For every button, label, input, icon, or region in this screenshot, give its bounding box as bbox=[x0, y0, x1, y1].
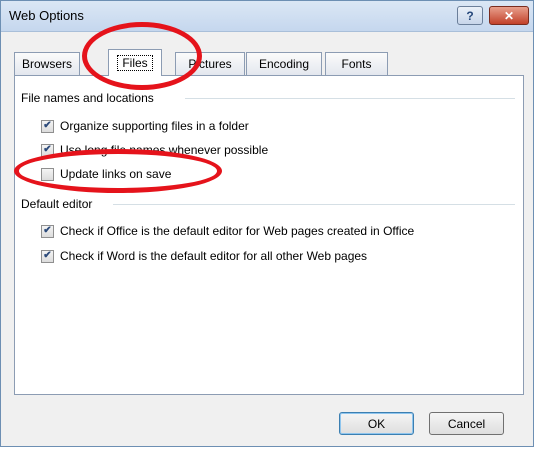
title-bar: Web Options ? ✕ bbox=[1, 1, 533, 32]
option-update-links[interactable]: Update links on save bbox=[41, 167, 171, 181]
option-word-default-editor[interactable]: ✔ Check if Word is the default editor fo… bbox=[41, 249, 367, 263]
checkbox-office-default-editor[interactable]: ✔ bbox=[41, 224, 54, 238]
option-organize-files[interactable]: ✔ Organize supporting files in a folder bbox=[41, 119, 249, 133]
checkmark-icon: ✔ bbox=[43, 250, 52, 261]
checkbox-long-file-names[interactable]: ✔ bbox=[41, 143, 54, 157]
files-tab-panel: File names and locations ✔ Organize supp… bbox=[14, 75, 524, 395]
tab-pictures[interactable]: Pictures bbox=[175, 52, 245, 75]
checkmark-icon: ✔ bbox=[43, 225, 52, 236]
option-label: Use long file names whenever possible bbox=[60, 143, 269, 157]
help-button[interactable]: ? bbox=[457, 6, 483, 25]
cancel-button[interactable]: Cancel bbox=[429, 412, 504, 435]
checkbox-word-default-editor[interactable]: ✔ bbox=[41, 249, 54, 263]
checkmark-icon: ✔ bbox=[43, 144, 52, 155]
option-label: Update links on save bbox=[60, 167, 172, 181]
tab-browsers[interactable]: Browsers bbox=[14, 52, 80, 75]
close-button[interactable]: ✕ bbox=[489, 6, 529, 25]
checkbox-organize-files[interactable]: ✔ bbox=[41, 119, 54, 133]
option-label: Check if Office is the default editor fo… bbox=[60, 224, 415, 238]
ok-button[interactable]: OK bbox=[339, 412, 414, 435]
option-label: Check if Word is the default editor for … bbox=[60, 249, 368, 263]
option-long-file-names[interactable]: ✔ Use long file names whenever possible bbox=[41, 143, 268, 157]
web-options-dialog: Web Options ? ✕ Browsers Files Pictures … bbox=[0, 0, 534, 447]
dialog-title: Web Options bbox=[9, 8, 84, 23]
tab-fonts[interactable]: Fonts bbox=[325, 52, 388, 75]
tab-encoding[interactable]: Encoding bbox=[246, 52, 322, 75]
option-label: Organize supporting files in a folder bbox=[60, 119, 249, 133]
close-icon: ✕ bbox=[503, 8, 515, 23]
help-icon: ? bbox=[466, 8, 474, 23]
group-divider bbox=[185, 98, 515, 99]
option-office-default-editor[interactable]: ✔ Check if Office is the default editor … bbox=[41, 224, 414, 238]
tab-files[interactable]: Files bbox=[108, 49, 162, 76]
tab-label-files: Files bbox=[117, 55, 153, 71]
group-heading-default-editor: Default editor bbox=[21, 197, 93, 211]
group-divider bbox=[113, 204, 515, 205]
group-heading-file-names: File names and locations bbox=[21, 91, 154, 105]
checkbox-update-links[interactable] bbox=[41, 167, 54, 181]
checkmark-icon: ✔ bbox=[43, 120, 52, 131]
